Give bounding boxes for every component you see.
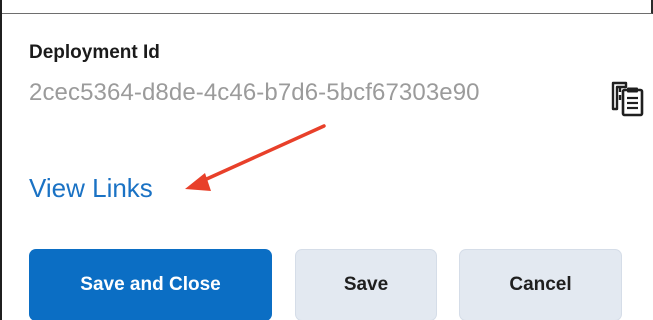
cancel-button[interactable]: Cancel: [459, 249, 622, 320]
save-button[interactable]: Save: [295, 249, 437, 320]
save-and-close-button[interactable]: Save and Close: [29, 249, 272, 320]
deployment-id-value: 2cec5364-d8de-4c46-b7d6-5bcf67303e90: [29, 79, 480, 106]
view-links-link[interactable]: View Links: [29, 173, 153, 204]
copy-clipboard-icon[interactable]: [611, 81, 645, 117]
top-panel-edge: [2, 0, 653, 14]
dialog-frame: Deployment Id 2cec5364-d8de-4c46-b7d6-5b…: [0, 0, 653, 320]
deployment-id-label: Deployment Id: [29, 42, 160, 63]
